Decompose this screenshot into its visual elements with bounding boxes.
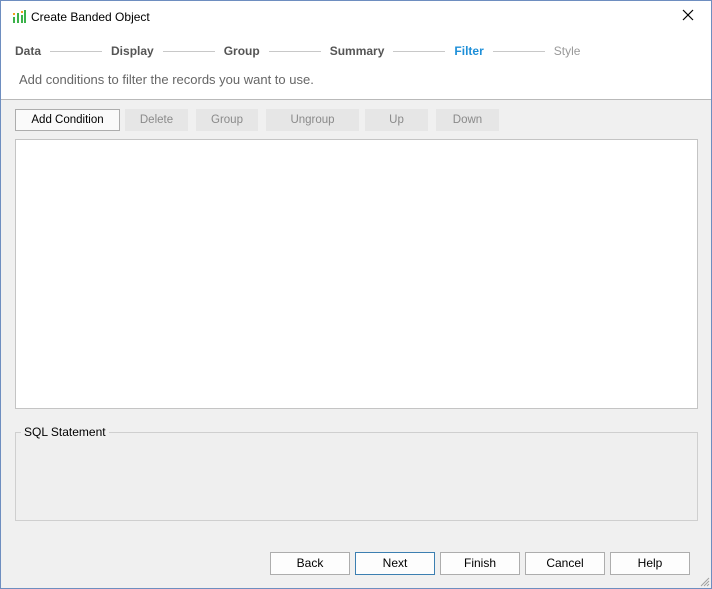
step-display: Display bbox=[111, 44, 154, 58]
step-connector bbox=[492, 50, 545, 52]
wizard-header: Data Display Group Summary Filter Style … bbox=[1, 32, 711, 100]
step-filter: Filter bbox=[454, 44, 484, 58]
up-button[interactable]: Up bbox=[365, 109, 428, 131]
step-group: Group bbox=[223, 44, 260, 58]
step-connector bbox=[162, 50, 215, 52]
step-description: Add conditions to filter the records you… bbox=[19, 72, 314, 87]
cancel-button[interactable]: Cancel bbox=[525, 552, 605, 575]
finish-button[interactable]: Finish bbox=[440, 552, 520, 575]
window-title: Create Banded Object bbox=[31, 10, 150, 24]
resize-grip-icon[interactable] bbox=[698, 575, 710, 587]
sql-statement-label: SQL Statement bbox=[21, 425, 109, 439]
step-connector bbox=[268, 50, 321, 52]
close-button[interactable] bbox=[665, 1, 711, 32]
next-button[interactable]: Next bbox=[355, 552, 435, 575]
condition-list[interactable] bbox=[15, 139, 698, 409]
add-condition-button[interactable]: Add Condition bbox=[15, 109, 120, 131]
step-connector bbox=[393, 50, 446, 52]
delete-button[interactable]: Delete bbox=[125, 109, 188, 131]
help-button[interactable]: Help bbox=[610, 552, 690, 575]
create-banded-object-dialog: Create Banded Object Data Display Group … bbox=[0, 0, 712, 589]
ungroup-button[interactable]: Ungroup bbox=[266, 109, 359, 131]
close-icon bbox=[682, 9, 694, 24]
wizard-steps: Data Display Group Summary Filter Style bbox=[15, 43, 580, 59]
title-bar: Create Banded Object bbox=[1, 1, 711, 32]
down-button[interactable]: Down bbox=[436, 109, 499, 131]
back-button[interactable]: Back bbox=[270, 552, 350, 575]
step-summary: Summary bbox=[329, 44, 385, 58]
step-connector bbox=[50, 50, 103, 52]
step-style: Style bbox=[553, 44, 581, 58]
banded-object-icon bbox=[12, 9, 26, 24]
sql-statement-group: SQL Statement bbox=[15, 425, 698, 521]
group-button[interactable]: Group bbox=[196, 109, 258, 131]
step-data: Data bbox=[15, 44, 42, 58]
